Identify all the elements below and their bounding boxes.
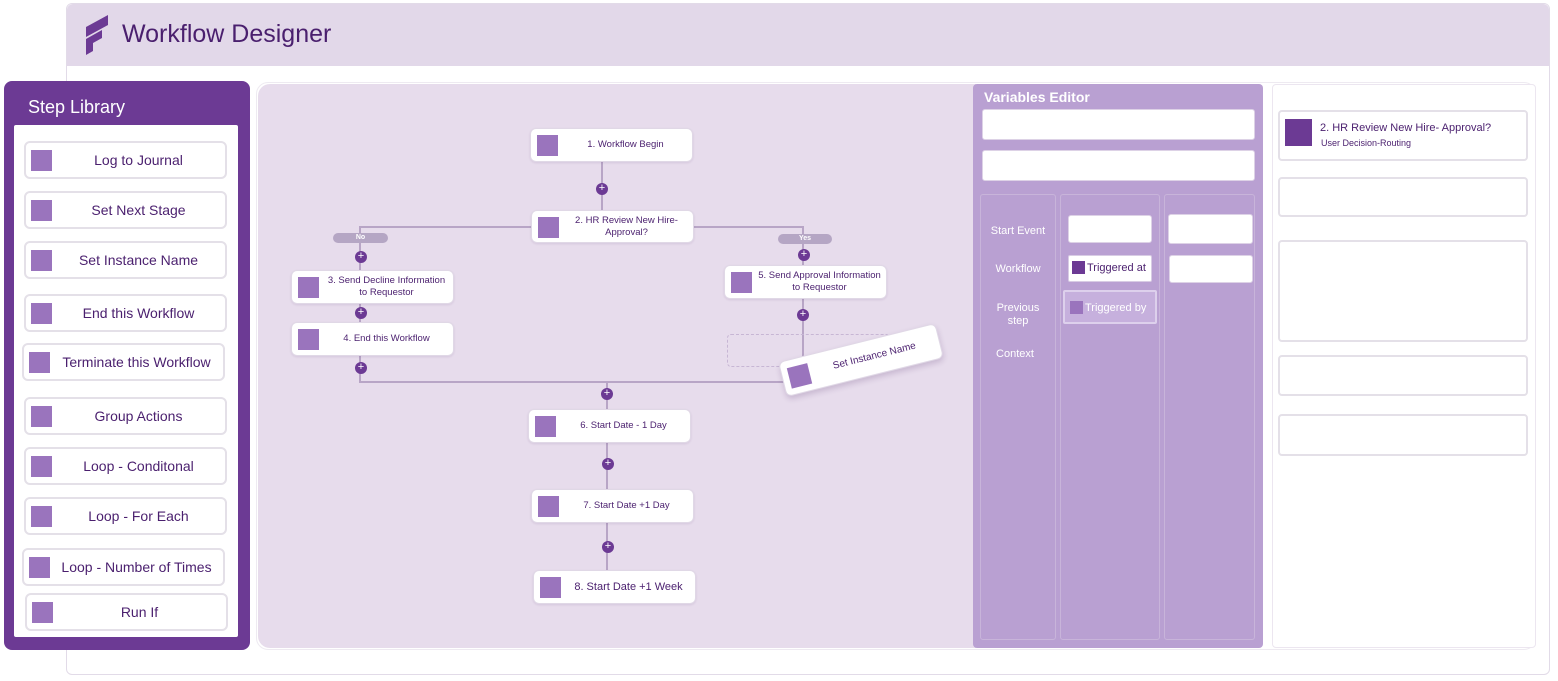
step-label: 4. End this Workflow [343,333,430,344]
step-label: 1. Workflow Begin [587,139,664,150]
connector-line [693,226,804,228]
brand-logo-icon [84,15,110,57]
selected-step-title: 2. HR Review New Hire- Approval? [1320,122,1492,134]
library-item-run-if[interactable]: Run If [25,593,228,631]
app-title: Workflow Designer [122,20,332,48]
workflow-step-6[interactable]: 6. Start Date - 1 Day [528,409,691,443]
library-item-set-next-stage[interactable]: Set Next Stage [24,191,227,229]
add-step-button[interactable]: + [798,249,810,261]
step-icon [537,135,558,156]
library-item-group-actions[interactable]: Group Actions [24,397,227,435]
step-icon [29,557,50,578]
category-context[interactable]: Context [984,348,1046,360]
variable-value-input[interactable] [982,150,1255,181]
property-field[interactable] [1278,177,1528,217]
workflow-step-5[interactable]: 5. Send Approval Information to Requesto… [724,265,887,299]
variable-category-column [980,194,1056,640]
library-item-loop-number-of-times[interactable]: Loop - Number of Times [22,548,225,586]
step-icon [538,217,559,238]
step-library-title: Step Library [28,97,126,117]
step-label: 3. Send Decline Information to Requestor [327,275,446,298]
step-icon [535,416,556,437]
workflow-step-4[interactable]: 4. End this Workflow [291,322,454,356]
variable-icon [1072,261,1085,274]
step-icon [540,577,561,598]
add-step-button[interactable]: + [596,183,608,195]
selected-step-card[interactable]: 2. HR Review New Hire- Approval? User De… [1278,110,1528,161]
add-step-button[interactable]: + [602,458,614,470]
step-label: 8. Start Date +1 Week [574,581,683,593]
add-step-button[interactable]: + [355,307,367,319]
step-icon [31,406,52,427]
branch-yes-label: Yes [778,234,832,244]
step-icon [731,272,752,293]
step-label: 5. Send Approval Information to Requesto… [758,270,881,293]
step-icon [29,352,50,373]
step-icon [31,150,52,171]
step-icon [538,496,559,517]
workflow-step-8[interactable]: 8. Start Date +1 Week [533,570,696,604]
detail-slot[interactable] [1169,255,1253,283]
variable-triggered-at[interactable]: Triggered at [1068,255,1152,282]
step-icon [298,277,319,298]
connector-line [360,226,532,228]
library-item-terminate-this-workflow[interactable]: Terminate this Workflow [22,343,225,381]
variable-label: Triggered at [1087,262,1146,274]
step-icon [786,363,813,389]
step-icon [31,200,52,221]
library-item-label: Run If [120,604,159,620]
add-step-button[interactable]: + [602,541,614,553]
add-step-button[interactable]: + [797,309,809,321]
step-icon [31,303,52,324]
step-icon [298,329,319,350]
variable-icon [1070,301,1083,314]
selected-step-type: User Decision-Routing [1321,138,1412,148]
library-item-loop-for-each[interactable]: Loop - For Each [24,497,227,535]
library-item-label: End this Workflow [82,305,195,321]
library-item-label: Terminate this Workflow [62,354,211,370]
step-label: 2. HR Review New Hire- Approval? [575,214,678,238]
property-textarea[interactable] [1278,240,1528,342]
library-item-label: Set Instance Name [78,252,199,268]
category-workflow[interactable]: Workflow [984,263,1052,275]
library-item-label: Group Actions [94,408,183,424]
step-label: 6. Start Date - 1 Day [580,420,667,431]
step-label: 7. Start Date +1 Day [583,500,670,511]
step-icon [31,250,52,271]
library-item-label: Loop - For Each [88,508,189,524]
library-item-set-instance-name[interactable]: Set Instance Name [24,241,227,279]
property-field[interactable] [1278,355,1528,396]
library-item-end-this-workflow[interactable]: End this Workflow [24,294,227,332]
library-item-label: Set Next Stage [91,202,186,218]
add-step-button[interactable]: + [601,388,613,400]
branch-no-label: No [333,233,388,243]
workflow-step-7[interactable]: 7. Start Date +1 Day [531,489,694,523]
workflow-step-2[interactable]: 2. HR Review New Hire- Approval? [531,210,694,243]
variable-label: Triggered by [1085,302,1147,314]
detail-slot[interactable] [1168,214,1253,244]
add-step-button[interactable]: + [355,251,367,263]
add-step-button[interactable]: + [355,362,367,374]
variable-triggered-by[interactable]: Triggered by [1063,290,1157,324]
variables-editor-title: Variables Editor [984,89,1090,105]
library-item-log-to-journal[interactable]: Log to Journal [24,141,227,179]
selected-step-icon [1285,119,1312,146]
step-icon [31,456,52,477]
step-icon [31,506,52,527]
library-item-label: Loop - Number of Times [61,559,212,575]
start-event-slot[interactable] [1068,215,1152,243]
library-item-loop-conditional[interactable]: Loop - Conditonal [24,447,227,485]
workflow-step-3[interactable]: 3. Send Decline Information to Requestor [291,270,454,304]
connector-line [360,381,804,383]
property-field[interactable] [1278,414,1528,456]
category-previous-step[interactable]: Previous step [990,302,1046,328]
category-start-event[interactable]: Start Event [984,225,1052,237]
variable-name-input[interactable] [982,109,1255,140]
library-item-label: Log to Journal [94,152,183,168]
library-item-label: Loop - Conditonal [83,458,194,474]
step-icon [32,602,53,623]
workflow-step-1[interactable]: 1. Workflow Begin [530,128,693,162]
